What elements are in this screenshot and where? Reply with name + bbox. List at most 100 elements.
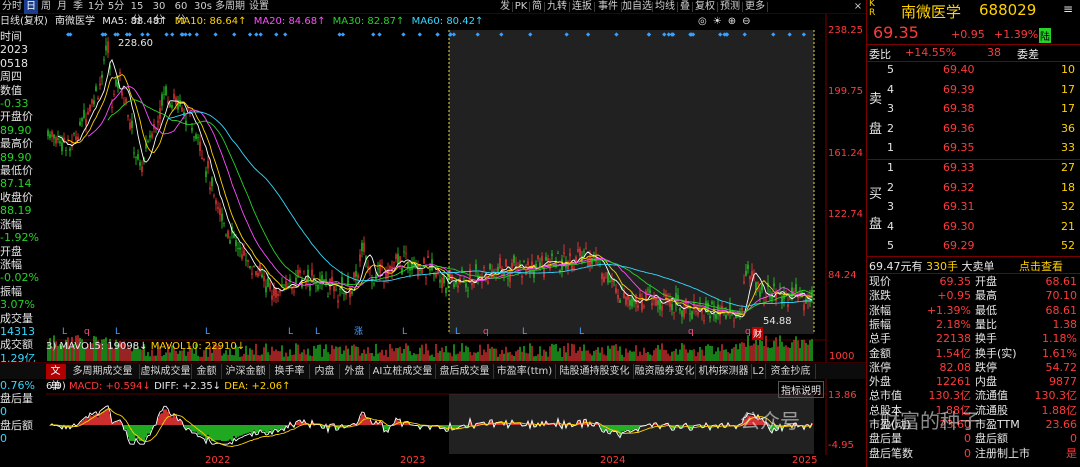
volume-bar [547, 356, 549, 361]
indicator-tab-6[interactable]: 内盘 [310, 364, 340, 379]
big-order-row[interactable]: 69.47元有 330手 大卖单 [869, 258, 995, 274]
quote-menu-icon[interactable]: ≡ [1063, 2, 1073, 16]
volume-bar [443, 352, 445, 361]
candle-body [647, 289, 649, 291]
indicator-tab-5[interactable]: 换手率 [270, 364, 310, 379]
macd-bar [385, 425, 387, 430]
volume-bar [579, 346, 581, 361]
candle-body [81, 118, 83, 122]
level-number: 4 [887, 219, 894, 233]
event-marker[interactable]: 涨 [354, 326, 363, 337]
indicator-tab-4[interactable]: 沪深金额 [222, 364, 270, 379]
candle-body [569, 253, 571, 257]
candle-body [131, 120, 133, 128]
volume-bar [735, 344, 737, 361]
event-marker[interactable]: q [84, 327, 90, 337]
indicator-tab-10[interactable]: 市盈率(ttm) [494, 364, 556, 379]
candle-body [199, 141, 201, 152]
indicator-tab-8[interactable]: AI立桩成交量 [370, 364, 436, 379]
candle-body [209, 187, 211, 190]
buy-level-3[interactable]: 3 69.31 32 [867, 200, 1080, 214]
indicator-help-button[interactable]: 指标说明 [778, 381, 824, 398]
event-marker[interactable]: L [62, 327, 67, 337]
kline-chart[interactable]: Lq L L L L 涨 L Lq L Lq q [0, 0, 866, 467]
volume-bar [807, 344, 809, 361]
macd-bar [257, 425, 259, 433]
buy-level-4[interactable]: 4 69.30 21 [867, 220, 1080, 234]
buy-level-2[interactable]: 2 69.32 18 [867, 181, 1080, 195]
event-marker[interactable]: L [522, 327, 527, 337]
indicator-tab-2[interactable]: 虚拟成交量 [140, 364, 192, 379]
x-tick-2024: 2024 [600, 455, 626, 466]
event-marker[interactable]: L [315, 327, 320, 337]
candle-body [247, 260, 249, 263]
stat-value: 0 [1070, 432, 1077, 446]
volume-bar [329, 354, 331, 361]
sell-level-3[interactable]: 3 69.38 17 [867, 102, 1080, 116]
stat-row: 涨跌 +0.95 最高 70.10 [867, 289, 1080, 303]
candle-body [659, 299, 661, 310]
volume-bar [155, 355, 157, 361]
event-marker[interactable]: q [483, 327, 489, 337]
macd-bar [623, 425, 625, 431]
buy-level-5[interactable]: 5 69.29 52 [867, 239, 1080, 253]
candle-body [91, 99, 93, 104]
stat-label: 流通值 [975, 389, 1008, 403]
indicator-tab-15[interactable]: 资金抄底 [766, 364, 816, 379]
level-number: 1 [887, 161, 894, 174]
event-marker[interactable]: L [115, 327, 120, 337]
volume-bar [309, 355, 311, 361]
macd-bar [117, 421, 119, 425]
sell-level-5[interactable]: 5 69.40 10 [867, 63, 1080, 77]
candle-body [237, 247, 239, 249]
stat-label: 外盘 [869, 375, 891, 389]
finance-tag[interactable]: 财 [752, 327, 764, 340]
candle-body [749, 275, 751, 280]
volume-bar [655, 348, 657, 361]
candle-body [681, 310, 683, 317]
indicator-tab-12[interactable]: 融资融券变化 [634, 364, 696, 379]
event-marker[interactable]: q [745, 327, 751, 337]
event-marker[interactable]: L [205, 327, 210, 337]
candle-body [627, 295, 629, 300]
volume-bar [705, 345, 707, 361]
indicator-tab-14[interactable]: L2 [752, 364, 766, 379]
sell-level-2[interactable]: 2 69.36 36 [867, 122, 1080, 136]
indicator-tab-3[interactable]: 金额 [192, 364, 222, 379]
indicator-tab-13[interactable]: 机构探测器 [696, 364, 752, 379]
dea-label: DEA: +2.06↑ [224, 381, 291, 392]
sell-orders: 5 69.40 10 4 69.39 17 3 69.38 17 2 69.36 36 1 69.35 33 [867, 63, 1080, 158]
indicator-tab-7[interactable]: 外盘 [340, 364, 370, 379]
mavol10-label: MAVOL10: 22910↓ [150, 341, 246, 352]
indicator-tab-9[interactable]: 盘后成交量 [436, 364, 494, 379]
candle-body [135, 157, 137, 159]
volume-bar [333, 348, 335, 361]
indicator-tab-11[interactable]: 陆股通持股变化 [556, 364, 634, 379]
level-number: 3 [887, 102, 894, 115]
buy-level-1[interactable]: 1 69.33 27 [867, 161, 1080, 175]
stat-value: 69.35 [939, 275, 972, 288]
sell-level-4[interactable]: 4 69.39 17 [867, 83, 1080, 97]
big-order-link[interactable]: 点击查看 [1019, 258, 1063, 274]
stat-value: 12261 [936, 375, 971, 389]
indicator-tab-0[interactable]: 文单 [46, 364, 66, 392]
event-marker[interactable]: L [288, 327, 293, 337]
candle-body [363, 242, 365, 252]
volume-bar [359, 355, 361, 361]
macd-bar [629, 425, 631, 432]
event-marker[interactable]: L [455, 327, 460, 337]
volume-bar [659, 349, 661, 361]
stat-value: 0 [964, 432, 971, 446]
indicator-tab-1[interactable]: 多周期成交量 [66, 364, 140, 379]
candle-body [221, 213, 223, 221]
volume-axis-tick: 1000 [829, 351, 855, 362]
event-marker[interactable]: L [402, 327, 407, 337]
event-marker[interactable]: q [688, 327, 694, 337]
volume-bar [571, 343, 573, 361]
candle-body [223, 223, 225, 225]
candle-body [793, 291, 795, 292]
event-marker[interactable]: L [579, 327, 584, 337]
volume-bar [673, 350, 675, 361]
sell-level-1[interactable]: 1 69.35 33 [867, 141, 1080, 155]
volume-bar [695, 356, 697, 361]
